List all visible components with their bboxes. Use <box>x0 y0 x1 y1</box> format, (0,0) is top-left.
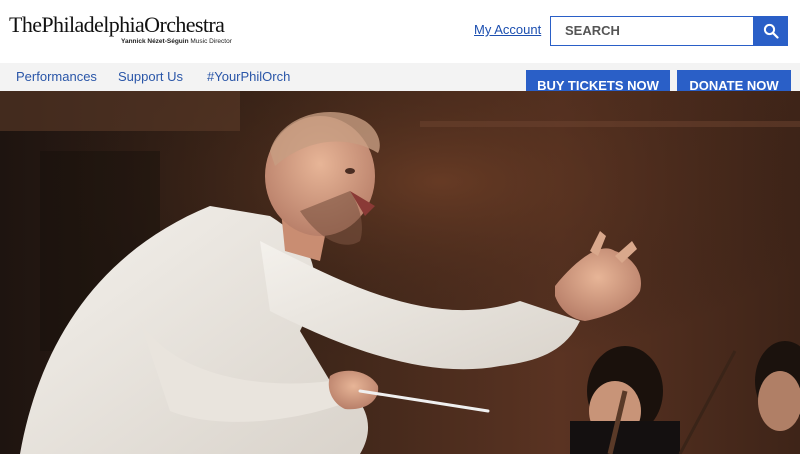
logo-wordmark: ThePhiladelphiaOrchestra <box>9 12 225 37</box>
search-icon <box>763 23 779 39</box>
orchestra-logo[interactable]: ThePhiladelphiaOrchestra Yannick Nézet-S… <box>9 12 232 46</box>
my-account-link[interactable]: My Account <box>474 22 541 37</box>
logo-tagline: Yannick Nézet-Séguin Music Director <box>121 38 232 45</box>
search-input[interactable] <box>551 17 751 44</box>
site-header: ThePhiladelphiaOrchestra Yannick Nézet-S… <box>0 0 800 63</box>
nav-item-yourphilorch[interactable]: #YourPhilOrch <box>207 69 290 84</box>
hero-image <box>0 91 800 454</box>
search-button[interactable] <box>754 16 788 46</box>
music-director-name: Yannick Nézet-Séguin <box>121 38 189 45</box>
conductor-photo <box>0 91 800 454</box>
nav-item-support-us[interactable]: Support Us <box>118 69 183 84</box>
music-director-role: Music Director <box>188 38 232 45</box>
search-box <box>550 16 754 46</box>
nav-item-performances[interactable]: Performances <box>16 69 97 84</box>
